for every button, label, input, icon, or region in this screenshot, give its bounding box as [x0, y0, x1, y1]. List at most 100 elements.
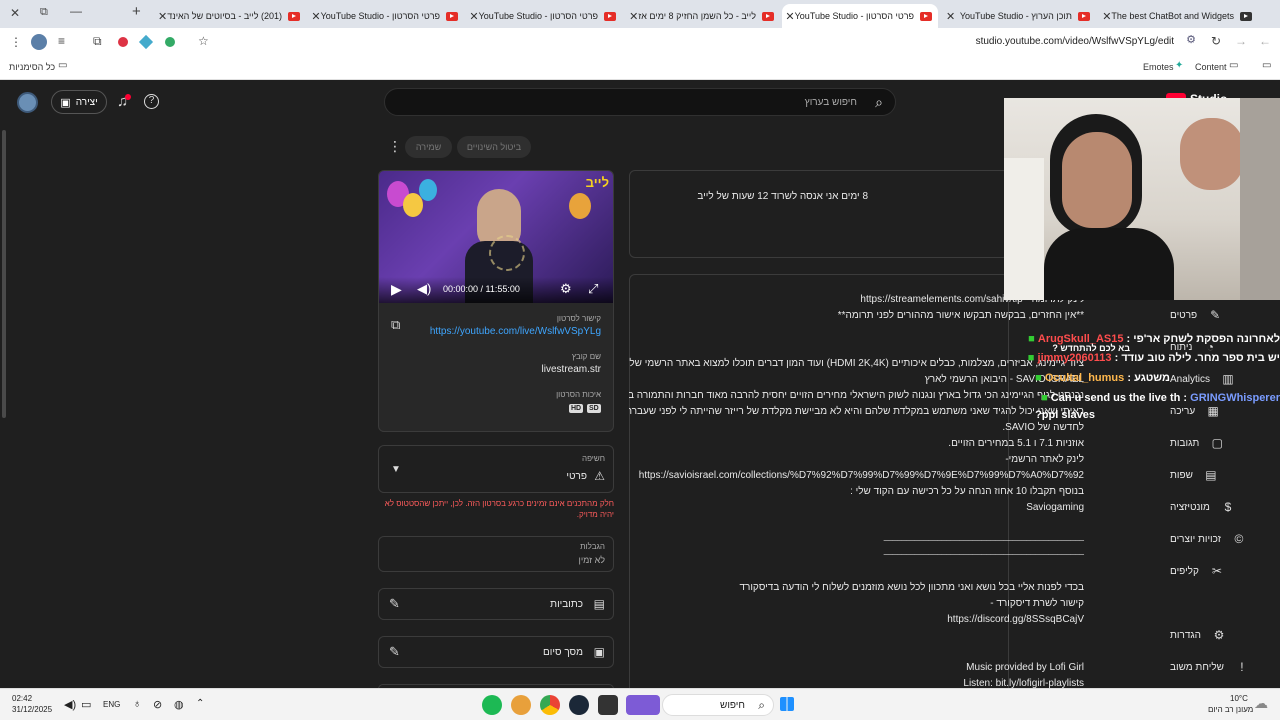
description-field[interactable]: [629, 274, 1009, 694]
forward-icon[interactable]: →: [1235, 35, 1247, 47]
hd-badge: HD: [569, 404, 584, 413]
close-tab-icon[interactable]: ✕: [311, 10, 320, 23]
steam-icon[interactable]: [569, 695, 589, 715]
video-link-label: קישור לסרטון: [556, 314, 601, 323]
windows-start-icon[interactable]: [780, 697, 794, 711]
tab-nightmares[interactable]: (201) לייב - בסיוטים של האינד ✕: [152, 4, 306, 28]
sidebar-item-feedback[interactable]: ! שליחת משוב: [1170, 657, 1260, 677]
undo-changes-button[interactable]: ביטול השינויים: [457, 136, 531, 158]
close-window-icon[interactable]: ✕: [10, 7, 20, 19]
extension-blue-icon[interactable]: [138, 34, 154, 50]
taskbar-search[interactable]: ⌕ חיפוש: [662, 694, 774, 716]
tray-icon[interactable]: ⊘: [153, 698, 162, 711]
tab-video-details-3[interactable]: פרטי הסרטון - YouTube Studio ✕: [308, 4, 464, 28]
subtitles-icon: ▤: [593, 597, 605, 611]
settings-gear-icon[interactable]: ⚙: [560, 281, 572, 297]
reload-icon[interactable]: ↻: [1211, 35, 1221, 47]
sidebar-item-details[interactable]: ✎ פרטים: [1170, 305, 1260, 325]
bookmarks-bar: כל הסימניות ▭ Emotes ✦ Content ▭ ▭: [0, 56, 1280, 80]
chat-username: Ocultal_humus: [1044, 372, 1125, 384]
more-options-icon[interactable]: ⋮: [388, 138, 402, 155]
speaker-icon[interactable]: ◀): [64, 698, 76, 711]
dollar-icon: $: [1224, 500, 1232, 514]
close-tab-icon[interactable]: ✕: [469, 10, 478, 23]
tab-channel-content[interactable]: תוכן הערוץ - YouTube Studio ✕: [940, 4, 1096, 28]
back-icon[interactable]: ←: [1259, 35, 1271, 47]
close-tab-icon[interactable]: ✕: [946, 10, 955, 23]
play-icon[interactable]: ▶: [391, 281, 402, 298]
sidebar-item-languages[interactable]: ▤ שפות: [1170, 465, 1260, 485]
sidebar-item-comments[interactable]: ▢ תגובות: [1170, 433, 1260, 453]
volume-icon[interactable]: ◀): [417, 281, 431, 297]
close-tab-icon[interactable]: ✕: [629, 10, 638, 23]
subtitles-row[interactable]: ▤ כתוביות ✎: [378, 588, 614, 620]
network-icon[interactable]: ▭: [81, 698, 91, 711]
restrictions-field: הגבלות לא זמין: [378, 536, 614, 572]
search-icon[interactable]: ⌕: [875, 94, 883, 111]
extensions-icon[interactable]: ⧉: [93, 35, 102, 47]
weather-temp[interactable]: 10°C: [1230, 694, 1248, 703]
taskbar: 02:42 31/12/2025 ◀) ▭ ENG ♁ ⊘ ◍ ⌃ ⌕ חיפו…: [0, 688, 1280, 720]
video-link[interactable]: https://youtube.com/live/WslfwVSpYLg: [430, 326, 601, 337]
close-tab-icon[interactable]: ✕: [785, 10, 794, 23]
chevron-down-icon[interactable]: ▼: [391, 464, 401, 475]
microphone-icon[interactable]: ♁: [133, 698, 141, 710]
spotify-icon[interactable]: [482, 695, 502, 715]
fullscreen-icon[interactable]: ⤢: [588, 281, 598, 297]
youtube-icon: [920, 11, 932, 21]
left-scrollbar[interactable]: [2, 130, 6, 418]
sidebar-item-copyright[interactable]: © זכויות יוצרים: [1170, 529, 1260, 549]
address-bar[interactable]: studio.youtube.com/video/WslfwVSpYLg/edi…: [214, 32, 1200, 52]
chevron-up-icon[interactable]: ⌃: [196, 698, 204, 709]
webcam-chair: [1240, 98, 1280, 300]
widgets-icon[interactable]: [626, 695, 660, 715]
tab-chatbot[interactable]: The best ChatBot and Widgets ✕: [1098, 4, 1258, 28]
pencil-icon[interactable]: ✎: [389, 644, 400, 660]
sidebar-item-settings[interactable]: ⚙ הגדרות: [1170, 625, 1260, 645]
visibility-label: חשיפה: [582, 454, 605, 463]
title-field[interactable]: 8 ימים אני אנסה לשרוד 12 שעות של לייב: [629, 170, 1009, 258]
new-tab-icon[interactable]: +: [132, 4, 141, 19]
tab-video-details-active[interactable]: פרטי הסרטון - YouTube Studio ✕: [782, 4, 938, 28]
search-input[interactable]: חיפוש בערוץ ⌕: [384, 88, 896, 116]
clock-time[interactable]: 02:42: [12, 694, 32, 703]
save-button[interactable]: שמירה: [405, 136, 452, 158]
tab-live[interactable]: לייב - כל השמן החזיק 8 ימים אז ✕: [626, 4, 780, 28]
tray-app-icon[interactable]: ◍: [174, 698, 184, 711]
extension-red-icon[interactable]: [118, 37, 128, 47]
all-bookmarks-link[interactable]: כל הסימניות: [9, 62, 55, 72]
close-tab-icon[interactable]: ✕: [1102, 10, 1111, 23]
terminal-icon[interactable]: [598, 695, 618, 715]
endscreen-row[interactable]: ▣ מסך סיום ✎: [378, 636, 614, 668]
reading-list-icon[interactable]: ≡: [58, 35, 65, 47]
profile-avatar-icon[interactable]: [31, 34, 47, 50]
language-indicator[interactable]: ENG: [103, 700, 120, 709]
extension-green-icon[interactable]: [165, 37, 175, 47]
bookmark-star-icon[interactable]: ☆: [198, 35, 209, 47]
sidebar-item-clips[interactable]: ✂ קליפים: [1170, 561, 1260, 581]
close-tab-icon[interactable]: ✕: [158, 10, 167, 23]
pencil-icon[interactable]: ✎: [389, 596, 400, 612]
bookmark-emotes[interactable]: Emotes: [1143, 62, 1174, 72]
bookmark-content[interactable]: Content: [1195, 62, 1227, 72]
chat-message: יש בית ספר מחר. לילה טוב עודד : jimmy206…: [1027, 352, 1280, 364]
tune-icon[interactable]: ⚙: [1186, 35, 1196, 46]
help-icon[interactable]: ?: [144, 94, 159, 109]
chat-username: GRINGWhisperer: [1190, 392, 1280, 404]
minimize-window-icon[interactable]: —: [70, 5, 82, 17]
restore-window-icon[interactable]: ⧉: [40, 7, 48, 18]
menu-dots-icon[interactable]: ⋮: [10, 36, 22, 48]
chrome-icon[interactable]: [540, 695, 560, 715]
create-button[interactable]: ▣ יצירה: [51, 90, 107, 114]
chat-badge-icon: ■: [1028, 333, 1035, 345]
sidebar-item-monetization[interactable]: $ מונטיזציה: [1170, 497, 1260, 517]
weather-desc[interactable]: מעונן רב היום: [1208, 705, 1253, 714]
video-thumbnail[interactable]: לייב ▶ ◀) 00:00:00 / 11:55:00 ⚙ ⤢: [379, 171, 613, 303]
clock-date[interactable]: 31/12/2025: [12, 705, 52, 714]
visibility-dropdown[interactable]: חשיפה ⚠ פרטי ▼: [378, 445, 614, 493]
copy-icon[interactable]: ⧉: [391, 317, 400, 333]
avatar[interactable]: [17, 92, 38, 113]
tab-video-details-2[interactable]: פרטי הסרטון - YouTube Studio ✕: [466, 4, 622, 28]
app-icon[interactable]: [511, 695, 531, 715]
gear-icon: ⚙: [1213, 628, 1225, 642]
